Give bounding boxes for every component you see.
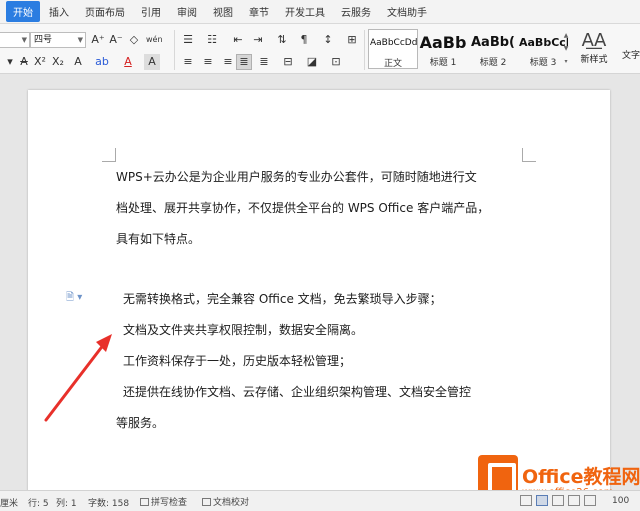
doc-proof-label: 文档校对 <box>213 498 250 508</box>
new-style-button[interactable]: A͟A 新样式 <box>574 30 614 70</box>
shrink-font-icon[interactable]: A⁻ <box>108 32 124 48</box>
subscript-icon[interactable]: X₂ <box>50 54 66 70</box>
document-area: WPS+云办公是为企业用户服务的专业办公套件，可随时随地进行文 档处理、展开共享… <box>0 74 640 500</box>
font-name-select[interactable]: ▼ <box>0 32 30 48</box>
align-left-icon[interactable]: ≡ <box>180 54 196 70</box>
font-color-icon[interactable]: A <box>120 54 136 70</box>
page-view-icon[interactable] <box>520 495 532 506</box>
office-logo-icon <box>478 455 518 495</box>
justify-icon[interactable]: ≣ <box>236 54 252 70</box>
style-heading-2[interactable]: AaBb( 标题 2 <box>468 29 518 69</box>
tab-cloud[interactable]: 云服务 <box>334 1 378 22</box>
strikethrough-icon[interactable]: A <box>16 54 32 70</box>
spell-check-button[interactable]: 拼写检查 <box>140 495 187 508</box>
reading-mode-icon[interactable] <box>568 495 580 506</box>
status-bar: 厘米 行: 5 列: 1 字数: 158 拼写检查 文档校对 100 <box>0 490 640 511</box>
tab-home[interactable]: 开始 <box>6 1 40 22</box>
web-layout-icon[interactable] <box>552 495 564 506</box>
style-name: 标题 1 <box>429 58 457 68</box>
ribbon-divider <box>364 30 365 70</box>
chevron-down-icon: ▼ <box>21 36 27 44</box>
tab-developer[interactable]: 开发工具 <box>278 1 332 22</box>
menu-bar: 开始 插入 页面布局 引用 审阅 视图 章节 开发工具 云服务 文档助手 <box>0 0 640 24</box>
borders-icon[interactable]: ⊞ <box>344 32 360 48</box>
tab-references[interactable]: 引用 <box>134 1 168 22</box>
clear-format-icon[interactable]: ◇ <box>126 32 142 48</box>
ribbon-toolbar: ▼ 四号 ▼ A⁺ A⁻ ◇ wén ▾ A X² X₂ A ab A A ☰ … <box>0 24 640 74</box>
chevron-down-icon: ▼ <box>77 36 83 44</box>
decrease-indent-icon[interactable]: ⇤ <box>230 32 246 48</box>
print-layout-icon[interactable] <box>536 495 548 506</box>
doc-proof-button[interactable]: 文档校对 <box>202 495 249 508</box>
eye-protect-icon[interactable] <box>584 495 596 506</box>
text-tools-button[interactable]: 文字 <box>622 48 640 61</box>
tab-insert[interactable]: 插入 <box>42 1 76 22</box>
line-spacing-icon[interactable]: ↕ <box>320 32 336 48</box>
ribbon-divider <box>174 30 175 70</box>
align-center-icon[interactable]: ≡ <box>200 54 216 70</box>
status-col: 列: 1 <box>56 499 77 509</box>
font-size-value: 四号 <box>34 35 53 45</box>
new-style-icon: A͟A <box>581 30 607 51</box>
shading-icon[interactable]: ◪ <box>304 54 320 70</box>
sort-icon[interactable]: ⇅ <box>274 32 290 48</box>
distributed-align-icon[interactable]: ≣ <box>256 54 272 70</box>
style-name: 标题 3 <box>529 58 557 68</box>
tab-section[interactable]: 章节 <box>242 1 276 22</box>
style-gallery-scroll[interactable]: ▲ ▼ ▾ <box>562 29 570 69</box>
style-normal[interactable]: AaBbCcDd 正文 <box>368 29 418 69</box>
paragraph-settings-icon[interactable]: ⊟ <box>280 54 296 70</box>
superscript-icon[interactable]: X² <box>32 54 48 70</box>
tab-doc-assistant[interactable]: 文档助手 <box>380 1 434 22</box>
border-dropdown-icon[interactable]: ⊡ <box>328 54 344 70</box>
phonetic-guide-icon[interactable]: wén <box>146 32 163 48</box>
spell-check-label: 拼写检查 <box>151 498 188 508</box>
style-sample: AaBbCcDd <box>370 38 417 48</box>
tab-page-layout[interactable]: 页面布局 <box>78 1 132 22</box>
tab-review[interactable]: 审阅 <box>170 1 204 22</box>
zoom-level[interactable]: 100 <box>612 496 629 506</box>
spell-check-icon <box>140 498 149 506</box>
increase-indent-icon[interactable]: ⇥ <box>250 32 266 48</box>
status-row: 行: 5 <box>28 499 49 509</box>
tab-view[interactable]: 视图 <box>206 1 240 22</box>
text-effect-icon[interactable]: A <box>70 54 86 70</box>
style-name: 标题 2 <box>479 58 507 68</box>
style-heading-3[interactable]: AaBbCcI 标题 3 <box>518 29 568 69</box>
show-marks-icon[interactable]: ¶ <box>296 32 312 48</box>
doc-proof-icon <box>202 498 211 506</box>
style-sample: AaBbCcI <box>519 36 568 49</box>
status-unit: 厘米 <box>0 499 19 509</box>
font-size-select[interactable]: 四号 ▼ <box>30 32 86 48</box>
watermark-title: Office教程网 <box>522 466 640 488</box>
style-name: 正文 <box>383 59 402 69</box>
char-shading-icon[interactable]: A <box>144 54 160 70</box>
status-word-count[interactable]: 字数: 158 <box>88 496 129 509</box>
style-sample: AaBb( <box>471 35 515 50</box>
align-right-icon[interactable]: ≡ <box>220 54 236 70</box>
style-gallery: AaBbCcDd 正文 AaBb 标题 1 AaBb( 标题 2 AaBbCcI… <box>368 29 568 69</box>
highlight-icon[interactable]: ab <box>94 54 110 70</box>
annotation-arrow-icon <box>44 334 112 422</box>
new-style-label: 新样式 <box>580 55 608 65</box>
bullet-list-icon[interactable]: ☰ <box>180 32 196 48</box>
style-heading-1[interactable]: AaBb 标题 1 <box>418 29 468 69</box>
numbered-list-icon[interactable]: ☷ <box>204 32 220 48</box>
grow-font-icon[interactable]: A⁺ <box>90 32 106 48</box>
style-sample: AaBb <box>419 33 467 52</box>
